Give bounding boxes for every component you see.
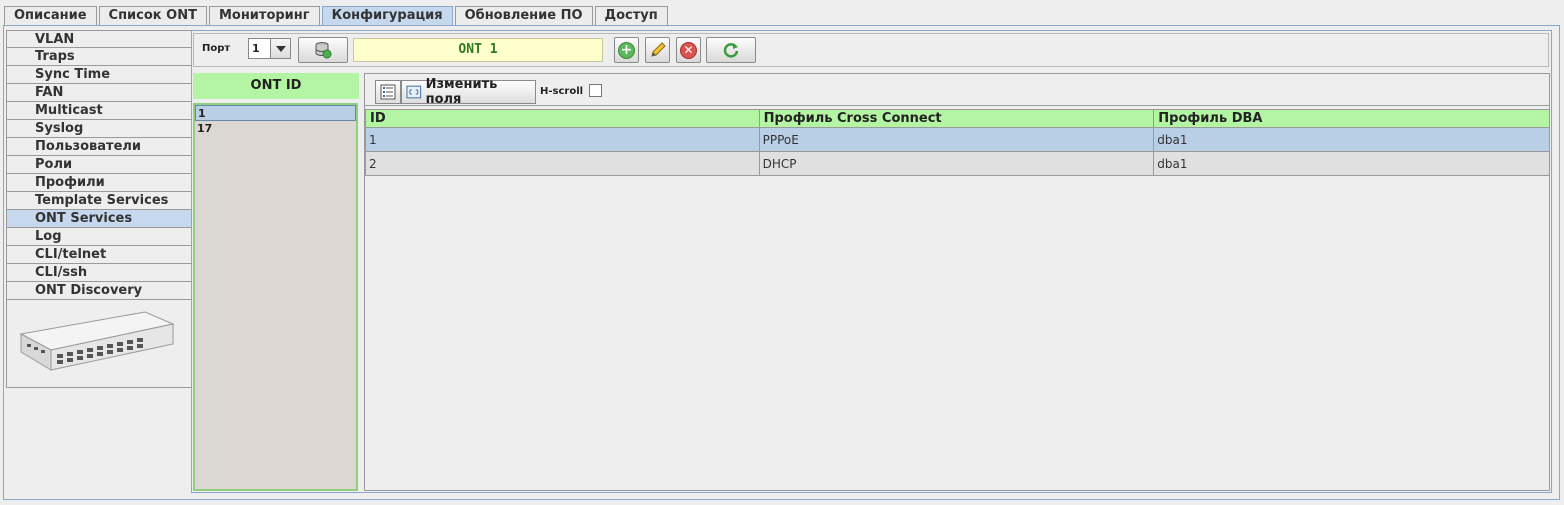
cell-cross-connect: DHCP — [758, 151, 1155, 176]
edit-fields-label: Изменить поля — [425, 77, 498, 107]
tab-firmware-update[interactable]: Обновление ПО — [454, 6, 593, 25]
port-toolbar: Порт 1 ONT 1 + ✕ — [193, 33, 1549, 67]
refresh-button[interactable] — [706, 37, 756, 63]
ont-id-list[interactable]: 1 17 — [193, 103, 358, 491]
ont-id-header: ONT ID — [193, 73, 359, 99]
hscroll-checkbox[interactable] — [589, 84, 602, 97]
cell-cross-connect: PPPoE — [758, 127, 1155, 152]
menu-item-syslog[interactable]: Syslog — [6, 120, 192, 138]
tab-monitoring[interactable]: Мониторинг — [208, 6, 320, 25]
edit-fields-button[interactable]: Изменить поля — [401, 77, 536, 107]
column-header-id[interactable]: ID — [365, 109, 760, 128]
menu-item-ont-discovery[interactable]: ONT Discovery — [6, 282, 192, 300]
tab-description[interactable]: Описание — [4, 6, 97, 25]
config-menu: VLAN Traps Sync Time FAN Multicast Syslo… — [6, 30, 192, 388]
cell-dba: dba1 — [1153, 127, 1550, 152]
menu-item-vlan[interactable]: VLAN — [6, 30, 192, 48]
port-select-value: 1 — [252, 42, 260, 55]
services-table: ID Профиль Cross Connect Профиль DBA 1 P… — [365, 109, 1550, 176]
services-table-panel: Изменить поля H-scroll ID Профиль Cross … — [364, 73, 1550, 491]
menu-item-users[interactable]: Пользователи — [6, 138, 192, 156]
database-refresh-icon — [315, 42, 332, 59]
chevron-down-icon[interactable] — [270, 39, 290, 58]
tab-bar: Описание Список ONT Мониторинг Конфигура… — [4, 6, 670, 25]
fields-icon — [406, 85, 422, 99]
port-select[interactable]: 1 — [248, 38, 291, 59]
refresh-icon — [723, 43, 739, 58]
tab-configuration[interactable]: Конфигурация — [321, 6, 453, 25]
device-image-panel — [6, 300, 192, 388]
table-toolbar: Изменить поля H-scroll — [365, 74, 1549, 107]
menu-item-roles[interactable]: Роли — [6, 156, 192, 174]
hscroll-label: H-scroll — [540, 86, 584, 97]
ont-selection-field: ONT 1 — [353, 38, 603, 62]
edit-button[interactable] — [645, 37, 670, 63]
cell-dba: dba1 — [1153, 151, 1550, 176]
port-label: Порт — [202, 43, 231, 54]
add-button[interactable]: + — [614, 37, 639, 63]
ont-id-item[interactable]: 1 — [195, 105, 356, 121]
cell-id: 2 — [365, 151, 760, 176]
delete-circle-icon: ✕ — [680, 41, 697, 59]
column-header-dba[interactable]: Профиль DBA — [1153, 109, 1550, 128]
menu-item-log[interactable]: Log — [6, 228, 192, 246]
tab-access[interactable]: Доступ — [594, 6, 668, 25]
add-circle-icon: + — [618, 41, 635, 59]
menu-item-fan[interactable]: FAN — [6, 84, 192, 102]
olt-device-icon — [19, 311, 175, 371]
menu-item-traps[interactable]: Traps — [6, 48, 192, 66]
column-list-icon — [380, 84, 396, 100]
ont-id-item[interactable]: 17 — [195, 121, 356, 137]
menu-item-cli-telnet[interactable]: CLI/telnet — [6, 246, 192, 264]
menu-item-ont-services[interactable]: ONT Services — [6, 210, 192, 228]
table-header-row: ID Профиль Cross Connect Профиль DBA — [365, 109, 1550, 128]
cell-id: 1 — [365, 127, 760, 152]
menu-item-profiles[interactable]: Профили — [6, 174, 192, 192]
columns-button[interactable] — [375, 80, 401, 104]
tab-ont-list[interactable]: Список ONT — [98, 6, 207, 25]
delete-button[interactable]: ✕ — [676, 37, 701, 63]
menu-item-template-services[interactable]: Template Services — [6, 192, 192, 210]
pencil-icon — [650, 42, 666, 57]
port-refresh-button[interactable] — [298, 37, 348, 63]
menu-item-sync-time[interactable]: Sync Time — [6, 66, 192, 84]
menu-item-multicast[interactable]: Multicast — [6, 102, 192, 120]
menu-item-cli-ssh[interactable]: CLI/ssh — [6, 264, 192, 282]
table-row[interactable]: 2 DHCP dba1 — [365, 151, 1550, 176]
table-row[interactable]: 1 PPPoE dba1 — [365, 127, 1550, 152]
column-header-cross-connect[interactable]: Профиль Cross Connect — [758, 109, 1155, 128]
